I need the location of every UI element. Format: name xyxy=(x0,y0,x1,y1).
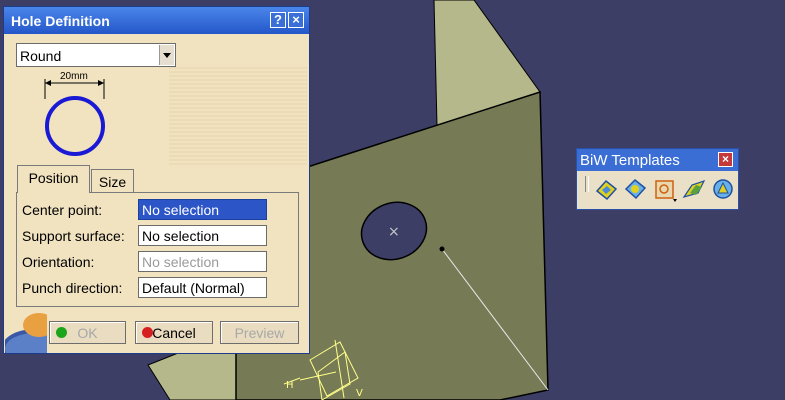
punch-direction-field[interactable]: Default (Normal) xyxy=(138,277,267,298)
close-button[interactable]: × xyxy=(288,12,304,28)
cancel-label: Cancel xyxy=(152,325,196,341)
punch-direction-label: Punch direction: xyxy=(22,280,123,296)
round-hole-diagram xyxy=(44,79,105,156)
toolbar-title: BiW Templates xyxy=(580,152,680,169)
center-point-field[interactable]: No selection xyxy=(138,199,267,220)
point-marker[interactable] xyxy=(439,246,445,252)
tab-position[interactable]: Position xyxy=(17,165,90,193)
hole-icon[interactable] xyxy=(653,177,678,202)
hole-shape-value: Round xyxy=(20,48,62,64)
cancel-button[interactable]: Cancel xyxy=(135,321,213,344)
support-surface-field[interactable]: No selection xyxy=(138,225,267,246)
ok-button: OK xyxy=(49,321,126,344)
toolbar-grip[interactable] xyxy=(585,176,589,192)
dialog-titlebar[interactable]: Hole Definition ? × xyxy=(4,7,309,34)
template-icon-2[interactable] xyxy=(623,177,648,202)
help-button[interactable]: ? xyxy=(270,12,286,28)
support-surface-label: Support surface: xyxy=(22,228,125,244)
dimension-label: 20mm xyxy=(59,71,89,82)
dialog-title: Hole Definition xyxy=(11,13,110,29)
axis-label-h: H xyxy=(286,380,294,391)
tab-join xyxy=(18,192,89,194)
center-point-label: Center point: xyxy=(22,202,103,218)
cancel-indicator-icon xyxy=(142,327,153,338)
template-icon-4[interactable] xyxy=(682,177,707,202)
orientation-field: No selection xyxy=(138,251,267,272)
template-icon-1[interactable] xyxy=(594,177,619,202)
orientation-label: Orientation: xyxy=(22,254,95,270)
axis-label-v: V xyxy=(356,388,363,399)
toolbar-close-button[interactable]: × xyxy=(718,152,733,167)
hole-definition-dialog: Hole Definition ? × Round 20mm Position … xyxy=(3,6,310,354)
template-icon-5[interactable] xyxy=(711,177,736,202)
preview-button: Preview xyxy=(220,321,299,344)
biw-templates-toolbar: BiW Templates × xyxy=(576,148,739,210)
toolbar-titlebar[interactable]: BiW Templates × xyxy=(577,149,738,171)
hole-shape-select[interactable]: Round xyxy=(16,43,176,67)
ok-indicator-icon xyxy=(56,327,67,338)
hole-center-mark: × xyxy=(388,224,400,240)
globe-icon xyxy=(5,313,47,353)
chevron-down-icon[interactable] xyxy=(159,45,174,65)
ok-label: OK xyxy=(77,325,98,341)
diagram-background xyxy=(169,67,307,167)
